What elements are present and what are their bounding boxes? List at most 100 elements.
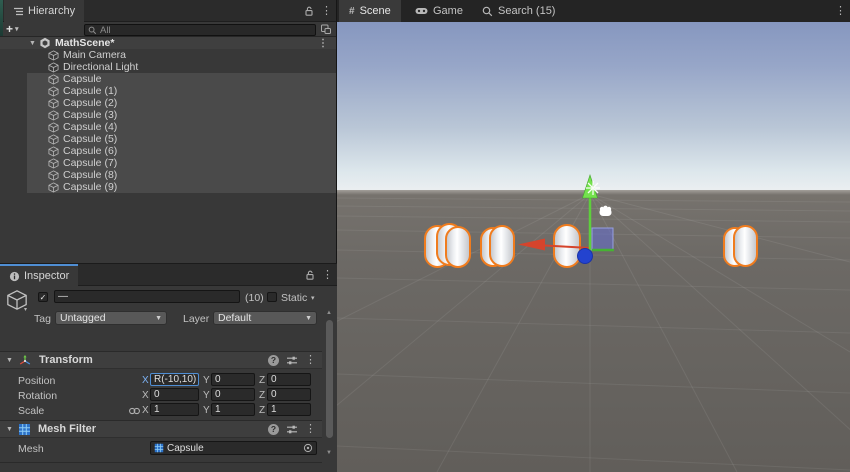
static-label: Static <box>281 292 307 304</box>
scale-y-field[interactable]: 1 <box>211 403 255 416</box>
hierarchy-item-capsule-7[interactable]: Capsule (7) <box>0 157 336 169</box>
axis-y-label[interactable]: Y <box>203 390 210 401</box>
hierarchy-item-capsule-2[interactable]: Capsule (2) <box>0 97 336 109</box>
asset-labels-header[interactable]: Asset Labels <box>0 462 322 472</box>
position-y-field[interactable]: 0 <box>211 373 255 386</box>
info-icon <box>9 271 20 282</box>
tab-label: Hierarchy <box>28 5 75 17</box>
foldout-arrow-icon[interactable]: ▼ <box>6 357 13 364</box>
gameobject-cube-icon <box>48 86 59 97</box>
foldout-arrow-icon[interactable]: ▼ <box>6 426 13 433</box>
hierarchy-item-capsule[interactable]: Capsule <box>0 73 336 85</box>
scroll-up-icon[interactable]: ▲ <box>326 310 332 316</box>
lock-icon[interactable] <box>305 270 315 281</box>
axis-z-label[interactable]: Z <box>259 390 265 401</box>
layer-dropdown[interactable]: Default▼ <box>213 311 317 325</box>
axis-y-label[interactable]: Y <box>203 375 210 386</box>
mesh-filter-header[interactable]: ▼ Mesh Filter ? ⋮ <box>0 420 322 438</box>
position-z-field[interactable]: 0 <box>267 373 311 386</box>
scene-menu-icon[interactable]: ⋮ <box>318 38 328 49</box>
mesh-label: Mesh <box>18 443 44 455</box>
gameobject-cube-icon <box>48 146 59 157</box>
panel-menu-icon[interactable]: ⋮ <box>322 270 333 281</box>
static-dropdown-caret[interactable]: ▾ <box>311 294 315 302</box>
x-axis-arrow[interactable] <box>518 239 545 251</box>
panel-menu-icon[interactable]: ⋮ <box>321 6 332 17</box>
foldout-arrow-icon[interactable]: ▼ <box>29 40 36 47</box>
hierarchy-item-capsule-4[interactable]: Capsule (4) <box>0 121 336 133</box>
unity-editor-window: Hierarchy ⋮ +▾ All <box>0 0 850 472</box>
z-axis-handle[interactable] <box>578 249 593 264</box>
open-search-window-icon[interactable] <box>320 23 332 35</box>
hierarchy-search-input[interactable]: All <box>84 24 316 36</box>
axis-x-label[interactable]: X <box>142 375 149 386</box>
presets-icon[interactable] <box>286 355 298 366</box>
move-gizmo <box>337 22 850 472</box>
rotation-z-field[interactable]: 0 <box>267 388 311 401</box>
scene-viewport[interactable] <box>337 22 850 472</box>
component-menu-icon[interactable]: ⋮ <box>305 355 316 366</box>
component-menu-icon[interactable]: ⋮ <box>305 424 316 435</box>
axis-x-label[interactable]: X <box>142 405 149 416</box>
snap-sparkle-icon <box>586 181 600 195</box>
lock-icon[interactable] <box>304 6 314 17</box>
inspector-scrollbar[interactable]: ▲ ▼ <box>324 310 335 456</box>
rotation-y-field[interactable]: 0 <box>211 388 255 401</box>
tab-hierarchy[interactable]: Hierarchy <box>4 0 84 22</box>
scale-label: Scale <box>18 405 44 417</box>
layer-label: Layer <box>183 313 209 325</box>
panel-menu-icon[interactable]: ⋮ <box>835 6 846 17</box>
scene-name: MathScene* <box>55 37 115 49</box>
scene-tabbar: # Scene Game Search (15) ⋮ <box>337 0 850 22</box>
hierarchy-item-capsule-5[interactable]: Capsule (5) <box>0 133 336 145</box>
scroll-down-icon[interactable]: ▼ <box>326 450 332 456</box>
gameobject-cube-icon <box>48 50 59 61</box>
transform-header[interactable]: ▼ Transform ? ⋮ <box>0 351 322 369</box>
rotation-x-field[interactable]: 0 <box>150 388 199 401</box>
presets-icon[interactable] <box>286 424 298 435</box>
name-field[interactable]: — <box>54 290 240 303</box>
mesh-filter-icon <box>18 423 31 436</box>
mesh-icon <box>154 443 164 453</box>
gameobject-cube-icon <box>48 74 59 85</box>
scale-z-field[interactable]: 1 <box>267 403 311 416</box>
tab-inspector[interactable]: Inspector <box>0 264 78 286</box>
tab-scene[interactable]: # Scene <box>339 0 401 22</box>
tab-label: Inspector <box>24 270 69 282</box>
xy-plane-handle[interactable] <box>592 228 613 250</box>
hierarchy-item-main-camera[interactable]: Main Camera <box>0 49 336 61</box>
hierarchy-item-capsule-9[interactable]: Capsule (9) <box>0 181 336 193</box>
scrollbar-thumb[interactable] <box>326 320 333 438</box>
icon-picker-caret[interactable]: ▾ <box>24 306 27 313</box>
tag-dropdown[interactable]: Untagged▼ <box>55 311 167 325</box>
active-checkbox[interactable]: ✓ <box>38 292 48 302</box>
transform-icon <box>18 354 32 367</box>
axis-z-label[interactable]: Z <box>259 375 265 386</box>
help-icon[interactable]: ? <box>268 424 279 435</box>
tab-game[interactable]: Game <box>405 0 473 22</box>
position-x-field[interactable]: R(-10,10) <box>150 373 199 386</box>
hierarchy-item-capsule-1[interactable]: Capsule (1) <box>0 85 336 97</box>
link-scale-icon[interactable] <box>128 406 141 416</box>
tab-search[interactable]: Search (15) <box>472 0 565 22</box>
axis-y-label[interactable]: Y <box>203 405 210 416</box>
gameobject-cube-icon <box>48 182 59 193</box>
scale-x-field[interactable]: 1 <box>150 403 199 416</box>
object-picker-icon[interactable] <box>303 443 313 453</box>
hierarchy-item-directional-light[interactable]: Directional Light <box>0 61 336 73</box>
hierarchy-scene-row[interactable]: ▼ MathScene* ⋮ <box>0 37 336 49</box>
tag-label: Tag <box>34 313 51 325</box>
rotation-label: Rotation <box>18 390 57 402</box>
gameobject-cube-icon <box>48 158 59 169</box>
static-checkbox[interactable] <box>267 292 277 302</box>
help-icon[interactable]: ? <box>268 355 279 366</box>
hierarchy-item-capsule-6[interactable]: Capsule (6) <box>0 145 336 157</box>
scene-view-panel: # Scene Game Search (15) ⋮ <box>337 0 850 472</box>
mesh-object-field[interactable]: Capsule <box>150 441 317 455</box>
axis-z-label[interactable]: Z <box>259 405 265 416</box>
hierarchy-list: ▼ MathScene* ⋮ Main Camera Directional L… <box>0 37 336 193</box>
axis-x-label[interactable]: X <box>142 390 149 401</box>
add-object-button[interactable]: +▾ <box>6 22 19 36</box>
hierarchy-item-capsule-3[interactable]: Capsule (3) <box>0 109 336 121</box>
hierarchy-item-capsule-8[interactable]: Capsule (8) <box>0 169 336 181</box>
